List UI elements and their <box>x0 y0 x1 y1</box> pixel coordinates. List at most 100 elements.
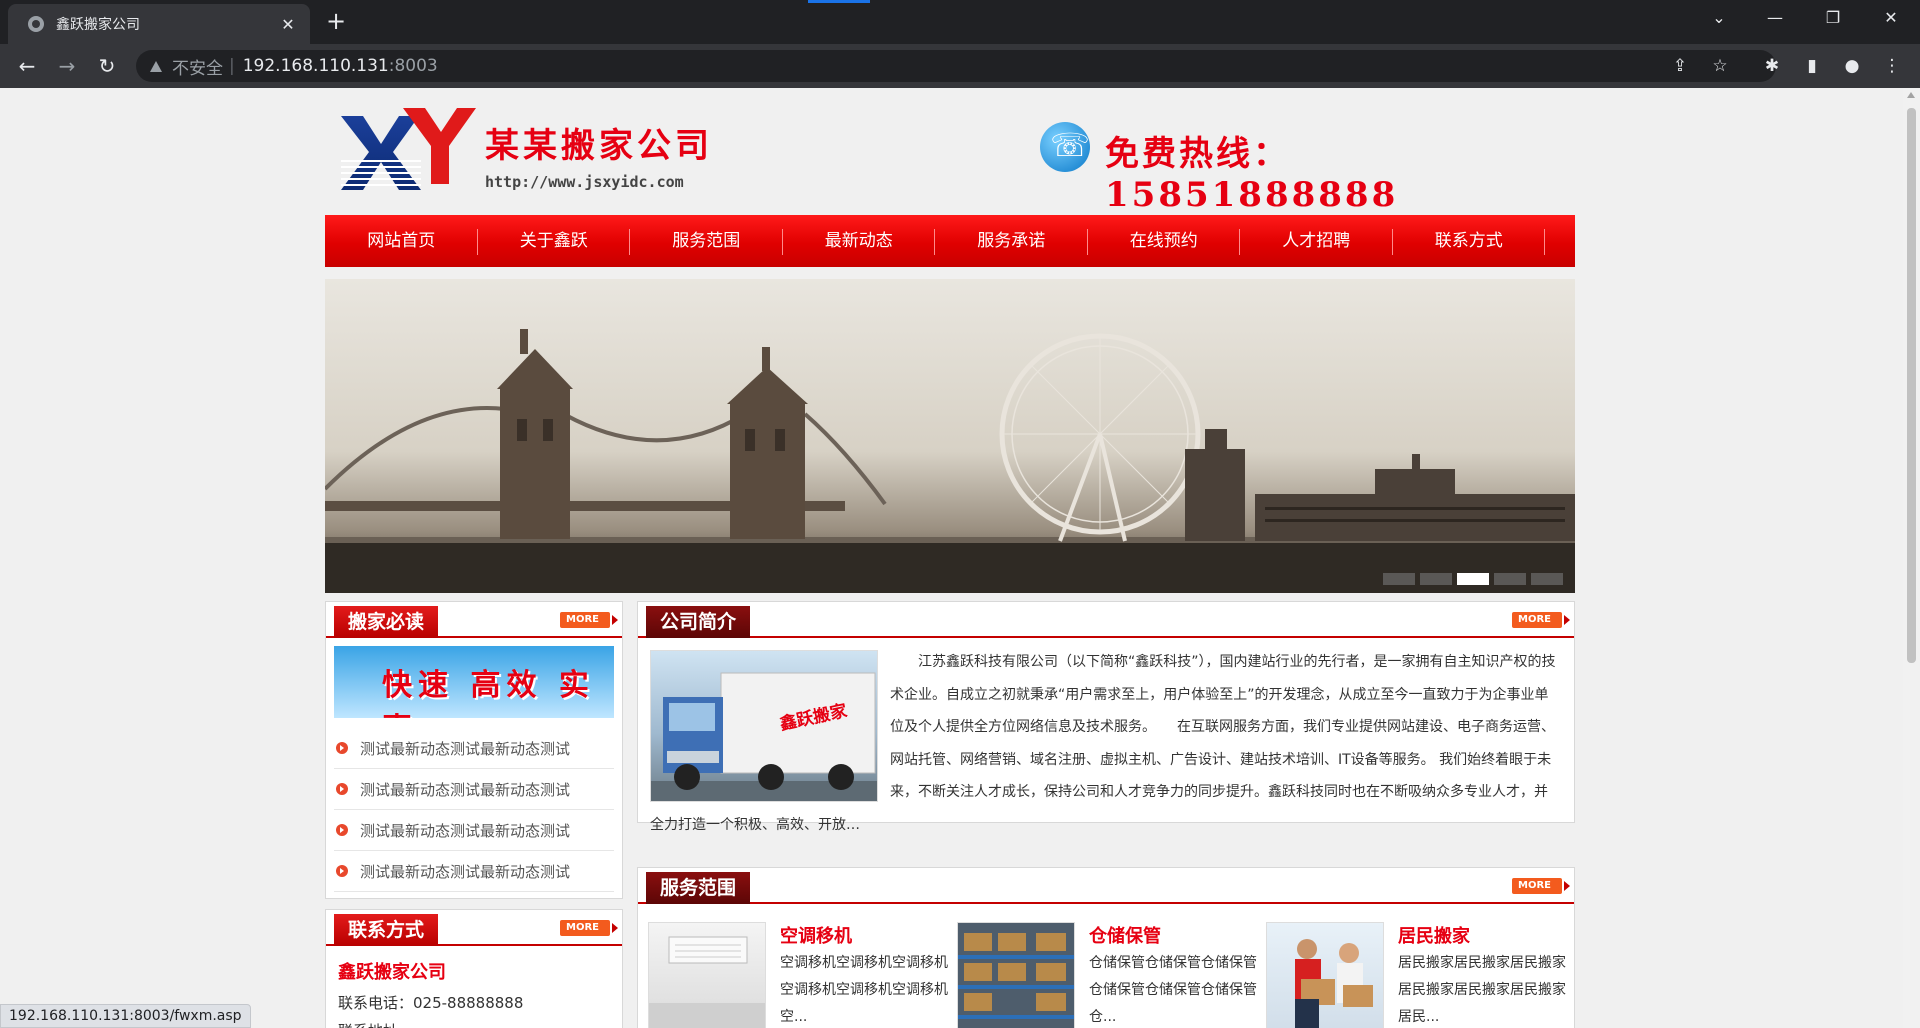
scroll-up-icon[interactable] <box>1907 92 1915 98</box>
list-item[interactable]: 测试最新动态测试最新动态测试 <box>334 851 614 892</box>
more-button[interactable]: MORE <box>1512 612 1570 628</box>
hotline: 免费热线：15851888888 <box>1105 134 1399 215</box>
minimize-button[interactable]: — <box>1752 0 1798 36</box>
page-viewport: 某某搬家公司 http://www.jsxyidc.com 免费热线：15851… <box>0 88 1903 1028</box>
nav-item-booking[interactable]: 在线预约 <box>1088 215 1241 267</box>
separator: | <box>229 56 235 76</box>
more-button[interactable]: MORE <box>560 920 618 936</box>
service-item-storage[interactable]: 仓储保管 仓储保管仓储保管仓储保管仓储保管仓储保管仓储保管仓... <box>957 922 1257 1028</box>
company-name: 某某搬家公司 <box>485 126 713 166</box>
arrow-bullet-icon <box>336 865 348 877</box>
status-bar: 192.168.110.131:8003/fwxm.asp <box>0 1004 251 1028</box>
nav-item-jobs[interactable]: 人才招聘 <box>1240 215 1393 267</box>
truck-image[interactable]: 鑫跃搬家 <box>650 650 878 802</box>
window-close-button[interactable]: ✕ <box>1868 0 1914 36</box>
more-button[interactable]: MORE <box>1512 878 1570 894</box>
main-nav: 网站首页 关于鑫跃 服务范围 最新动态 服务承诺 在线预约 人才招聘 联系方式 <box>325 215 1575 267</box>
box-header: 公司简介 MORE <box>638 602 1574 638</box>
warehouse-illustration <box>958 923 1074 1028</box>
arrow-bullet-icon <box>336 742 348 754</box>
tab-search-icon[interactable]: ⌄ <box>1696 0 1742 36</box>
residential-image[interactable] <box>1266 922 1384 1028</box>
warning-icon <box>150 60 162 72</box>
page-container: 某某搬家公司 http://www.jsxyidc.com 免费热线：15851… <box>325 88 1575 1028</box>
browser-tab[interactable]: 鑫跃搬家公司 ✕ <box>8 4 310 44</box>
service-item-residential[interactable]: 居民搬家 居民搬家居民搬家居民搬家居民搬家居民搬家居民搬家居民... <box>1266 922 1566 1028</box>
service-title[interactable]: 仓储保管 <box>1089 922 1161 948</box>
nav-item-home[interactable]: 网站首页 <box>325 215 478 267</box>
accent-strip <box>808 0 870 3</box>
nav-item-promise[interactable]: 服务承诺 <box>935 215 1088 267</box>
star-icon[interactable]: ☆ <box>1706 50 1734 82</box>
scroll-thumb[interactable] <box>1907 108 1916 663</box>
list-item[interactable]: 测试最新动态测试最新动态测试 <box>334 769 614 810</box>
list-item-text: 测试最新动态测试最新动态测试 <box>360 821 571 840</box>
arrow-bullet-icon <box>336 824 348 836</box>
list-item[interactable]: 测试最新动态测试最新动态测试 <box>334 810 614 851</box>
company-url: http://www.jsxyidc.com <box>485 173 684 191</box>
news-list: 测试最新动态测试最新动态测试 测试最新动态测试最新动态测试 测试最新动态测试最新… <box>334 728 614 892</box>
page-scrollbar[interactable] <box>1903 88 1920 1028</box>
restore-button[interactable]: ❐ <box>1810 0 1856 36</box>
city-skyline-image <box>325 329 1575 593</box>
nav-item-about[interactable]: 关于鑫跃 <box>478 215 631 267</box>
service-desc: 仓储保管仓储保管仓储保管仓储保管仓储保管仓储保管仓... <box>1089 955 1257 1025</box>
address-bar[interactable]: 不安全 | 192.168.110.131 :8003 ⇪ ☆ <box>136 50 1776 82</box>
list-item-text: 测试最新动态测试最新动态测试 <box>360 862 571 881</box>
box-title: 搬家必读 <box>334 606 439 638</box>
box-header: 联系方式 MORE <box>326 910 622 946</box>
nav-item-contact[interactable]: 联系方式 <box>1393 215 1546 267</box>
nav-item-services[interactable]: 服务范围 <box>630 215 783 267</box>
contact-company: 鑫跃搬家公司 <box>338 962 446 983</box>
box-title: 公司简介 <box>646 606 751 638</box>
share-icon[interactable]: ⇪ <box>1666 50 1694 82</box>
insecure-label: 不安全 <box>172 58 223 79</box>
url-port: :8003 <box>388 56 438 76</box>
forward-button[interactable]: → <box>53 52 81 80</box>
slide-indicators <box>1383 573 1563 585</box>
truck-illustration <box>651 672 877 801</box>
list-item[interactable]: 测试最新动态测试最新动态测试 <box>334 728 614 769</box>
slide-dot[interactable] <box>1420 573 1452 585</box>
phone-icon <box>1040 122 1090 172</box>
contact-box: 联系方式 MORE 鑫跃搬家公司 联系电话：025-88888888 联系地址 <box>325 909 623 1028</box>
list-item-text: 测试最新动态测试最新动态测试 <box>360 780 571 799</box>
arrow-bullet-icon <box>336 783 348 795</box>
service-title[interactable]: 居民搬家 <box>1398 922 1470 948</box>
services-box: 服务范围 MORE 空调移机 空调移机空调移机空调移机空调移机空调移机空调移机空… <box>637 867 1575 1028</box>
ac-illustration <box>649 936 765 1028</box>
site-header: 某某搬家公司 http://www.jsxyidc.com 免费热线：15851… <box>325 88 1575 215</box>
service-title[interactable]: 空调移机 <box>780 922 852 948</box>
close-icon[interactable]: ✕ <box>278 15 298 34</box>
browser-titlebar: 鑫跃搬家公司 ✕ + ⌄ — ❐ ✕ <box>0 0 1920 44</box>
company-logo[interactable] <box>341 108 476 190</box>
new-tab-button[interactable]: + <box>322 8 350 36</box>
nav-item-news[interactable]: 最新动态 <box>783 215 936 267</box>
back-button[interactable]: ← <box>13 52 41 80</box>
side-panel-icon[interactable]: ▮ <box>1798 52 1826 80</box>
service-desc: 空调移机空调移机空调移机空调移机空调移机空调移机空... <box>780 955 948 1025</box>
tab-title: 鑫跃搬家公司 <box>56 17 140 33</box>
ac-image[interactable] <box>648 922 766 1028</box>
extensions-icon[interactable]: ✱ <box>1758 52 1786 80</box>
movers-illustration <box>1295 939 1373 1028</box>
slide-dot-active[interactable] <box>1457 573 1489 585</box>
contact-address: 联系地址 <box>338 1020 398 1028</box>
more-button[interactable]: MORE <box>560 612 618 628</box>
service-item-ac[interactable]: 空调移机 空调移机空调移机空调移机空调移机空调移机空调移机空... <box>648 922 948 1028</box>
box-title: 联系方式 <box>334 914 439 946</box>
contact-phone: 联系电话：025-88888888 <box>338 994 524 1012</box>
service-desc: 居民搬家居民搬家居民搬家居民搬家居民搬家居民搬家居民... <box>1398 955 1566 1025</box>
hero-banner[interactable] <box>325 279 1575 593</box>
slide-dot[interactable] <box>1494 573 1526 585</box>
slide-dot[interactable] <box>1383 573 1415 585</box>
promo-image[interactable]: 快速 高效 实惠 <box>334 646 614 718</box>
slide-dot[interactable] <box>1531 573 1563 585</box>
box-title: 服务范围 <box>646 872 751 904</box>
profile-icon[interactable]: ● <box>1838 52 1866 80</box>
storage-image[interactable] <box>957 922 1075 1028</box>
promo-text: 快速 高效 实惠 <box>382 668 595 718</box>
menu-icon[interactable]: ⋮ <box>1878 52 1906 80</box>
reload-button[interactable]: ↻ <box>93 52 121 80</box>
about-box: 公司简介 MORE 江苏鑫跃科技有限公司（以下简称“鑫跃科技”），国内建站行业的… <box>637 601 1575 833</box>
